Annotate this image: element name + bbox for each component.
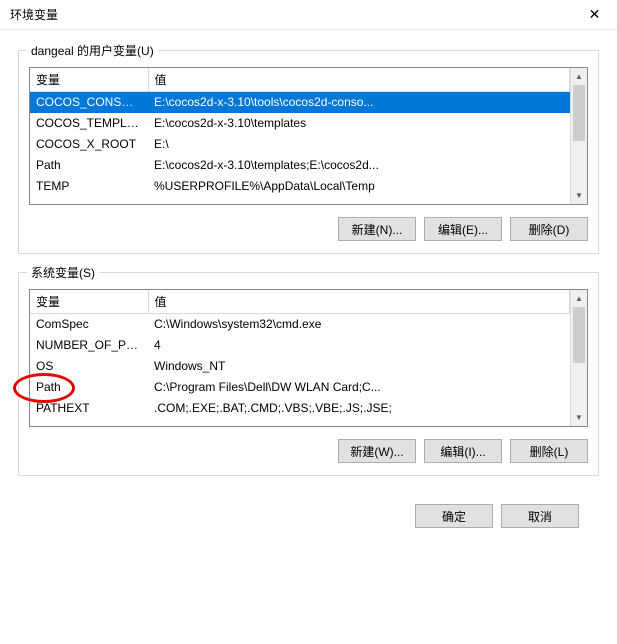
table-row[interactable]: PATHEXT .COM;.EXE;.BAT;.CMD;.VBS;.VBE;.J… [30,398,570,419]
system-variables-table[interactable]: 变量 值 ComSpec C:\Windows\system32\cmd.exe… [30,290,570,419]
close-button[interactable]: ✕ [572,0,617,30]
cell-value: E:\cocos2d-x-3.10\tools\cocos2d-conso... [148,92,570,113]
cell-value: .COM;.EXE;.BAT;.CMD;.VBS;.VBE;.JS;.JSE; [148,398,570,419]
table-row[interactable]: COCOS_TEMPLA... E:\cocos2d-x-3.10\templa… [30,113,570,134]
cell-name: TEMP [30,176,148,197]
system-variables-table-wrap: 变量 值 ComSpec C:\Windows\system32\cmd.exe… [29,289,588,427]
system-variables-legend: 系统变量(S) [27,264,99,281]
scrollbar[interactable]: ▲ ▼ [570,68,587,204]
scroll-up-icon[interactable]: ▲ [571,290,587,307]
scroll-down-icon[interactable]: ▼ [571,187,587,204]
cell-value: E:\ [148,134,570,155]
cell-value: E:\cocos2d-x-3.10\templates;E:\cocos2d..… [148,155,570,176]
table-row[interactable]: COCOS_X_ROOT E:\ [30,134,570,155]
dialog-footer: 确定 取消 [18,494,599,528]
cell-name: ComSpec [30,314,148,335]
scroll-down-icon[interactable]: ▼ [571,409,587,426]
user-variables-table-wrap: 变量 值 COCOS_CONSOL... E:\cocos2d-x-3.10\t… [29,67,588,205]
table-row[interactable]: NUMBER_OF_PR... 4 [30,335,570,356]
cell-value: C:\Windows\system32\cmd.exe [148,314,570,335]
table-row[interactable]: TEMP %USERPROFILE%\AppData\Local\Temp [30,176,570,197]
cell-value: %USERPROFILE%\AppData\Local\Temp [148,176,570,197]
new-user-var-button[interactable]: 新建(N)... [338,217,416,241]
user-variables-group: dangeal 的用户变量(U) 变量 值 COCOS_CONSOL... E: [18,50,599,254]
cell-name: Path [30,377,148,398]
column-header-name[interactable]: 变量 [30,290,148,314]
cell-name: NUMBER_OF_PR... [30,335,148,356]
cell-name: COCOS_X_ROOT [30,134,148,155]
user-variables-legend: dangeal 的用户变量(U) [27,42,158,59]
cell-value: E:\cocos2d-x-3.10\templates [148,113,570,134]
scrollbar[interactable]: ▲ ▼ [570,290,587,426]
cell-name: OS [30,356,148,377]
delete-system-var-button[interactable]: 删除(L) [510,439,588,463]
column-header-value[interactable]: 值 [148,68,570,92]
cancel-button[interactable]: 取消 [501,504,579,528]
cell-value: 4 [148,335,570,356]
cell-name: PATHEXT [30,398,148,419]
delete-user-var-button[interactable]: 删除(D) [510,217,588,241]
window-title: 环境变量 [10,6,58,23]
cell-name: COCOS_TEMPLA... [30,113,148,134]
table-row[interactable]: ComSpec C:\Windows\system32\cmd.exe [30,314,570,335]
dialog-body: dangeal 的用户变量(U) 变量 值 COCOS_CONSOL... E: [0,30,617,538]
cell-name: COCOS_CONSOL... [30,92,148,113]
scroll-up-icon[interactable]: ▲ [571,68,587,85]
scroll-thumb[interactable] [573,307,585,363]
user-variables-table[interactable]: 变量 值 COCOS_CONSOL... E:\cocos2d-x-3.10\t… [30,68,570,197]
table-row[interactable]: COCOS_CONSOL... E:\cocos2d-x-3.10\tools\… [30,92,570,113]
cell-value: C:\Program Files\Dell\DW WLAN Card;C... [148,377,570,398]
cell-value: Windows_NT [148,356,570,377]
user-buttons-row: 新建(N)... 编辑(E)... 删除(D) [29,217,588,241]
column-header-value[interactable]: 值 [148,290,570,314]
ok-button[interactable]: 确定 [415,504,493,528]
system-variables-group: 系统变量(S) 变量 值 ComSpec C:\Windows\system32 [18,272,599,476]
column-header-name[interactable]: 变量 [30,68,148,92]
table-row[interactable]: Path C:\Program Files\Dell\DW WLAN Card;… [30,377,570,398]
close-icon: ✕ [589,6,601,23]
table-row[interactable]: Path E:\cocos2d-x-3.10\templates;E:\coco… [30,155,570,176]
scroll-track[interactable] [571,85,587,187]
edit-user-var-button[interactable]: 编辑(E)... [424,217,502,241]
new-system-var-button[interactable]: 新建(W)... [338,439,416,463]
table-row[interactable]: OS Windows_NT [30,356,570,377]
scroll-track[interactable] [571,307,587,409]
edit-system-var-button[interactable]: 编辑(I)... [424,439,502,463]
cell-name: Path [30,155,148,176]
titlebar: 环境变量 ✕ [0,0,617,30]
scroll-thumb[interactable] [573,85,585,141]
system-buttons-row: 新建(W)... 编辑(I)... 删除(L) [29,439,588,463]
